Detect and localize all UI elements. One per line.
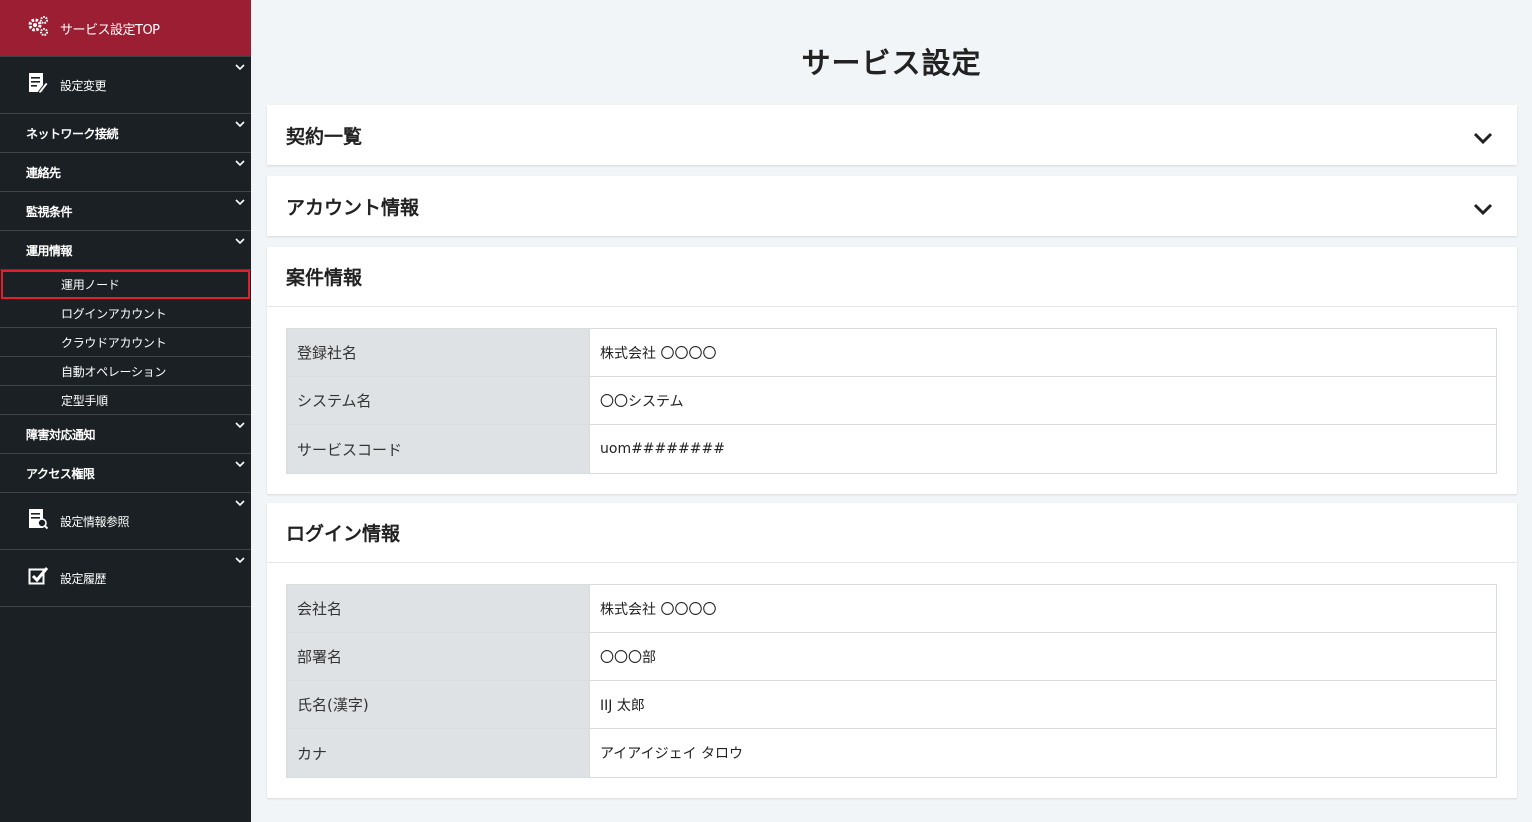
account-header[interactable]: アカウント情報: [267, 176, 1517, 236]
sidebar-subitem-operation-node[interactable]: 運用ノード: [1, 270, 250, 299]
row-value: IIJ 太郎: [589, 681, 1496, 728]
row-label: システム名: [287, 377, 589, 424]
sidebar-item-operations[interactable]: 運用情報: [0, 231, 251, 270]
account-panel: アカウント情報: [267, 176, 1517, 236]
main-content: サービス設定 契約一覧 アカウント情報 案件情報 登録社名 株式会社 〇〇〇〇 …: [251, 0, 1532, 822]
row-label: 氏名(漢字): [287, 681, 589, 728]
row-value: uom########: [589, 425, 1496, 473]
chevron-down-icon[interactable]: [235, 422, 245, 428]
sidebar-item-monitoring[interactable]: 監視条件: [0, 192, 251, 231]
sidebar-item-label: 設定変更: [60, 78, 107, 93]
panel-title: 契約一覧: [286, 125, 363, 148]
panel-title: 案件情報: [286, 267, 363, 289]
panel-title: ログイン情報: [286, 523, 401, 545]
contracts-header[interactable]: 契約一覧: [267, 105, 1517, 165]
login-info-header: ログイン情報: [267, 503, 1517, 563]
table-row: サービスコード uom########: [287, 425, 1496, 473]
sidebar-item-contacts[interactable]: 連絡先: [0, 153, 251, 192]
chevron-down-icon[interactable]: [235, 160, 245, 166]
table-row: カナ アイアイジェイ タロウ: [287, 729, 1496, 777]
chevron-down-icon[interactable]: [1473, 132, 1493, 144]
sidebar-item-settings-ref[interactable]: 設定情報参照: [0, 493, 251, 550]
row-value: 〇〇〇部: [589, 633, 1496, 680]
sidebar-item-settings-change[interactable]: 設定変更: [0, 57, 251, 114]
table-row: 会社名 株式会社 〇〇〇〇: [287, 585, 1496, 633]
chevron-down-icon[interactable]: [235, 199, 245, 205]
chevron-down-icon[interactable]: [1473, 203, 1493, 215]
row-label: カナ: [287, 729, 589, 777]
sidebar-subitem-auto-operation[interactable]: 自動オペレーション: [0, 357, 251, 386]
document-search-icon: [28, 508, 49, 534]
chevron-down-icon[interactable]: [235, 500, 245, 506]
checkbox-icon: [28, 566, 49, 590]
sidebar-item-label: 設定情報参照: [60, 514, 130, 529]
chevron-down-icon[interactable]: [235, 64, 245, 70]
sidebar-item-label: ネットワーク接続: [26, 126, 119, 141]
sidebar-item-network[interactable]: ネットワーク接続: [0, 114, 251, 153]
edit-document-icon: [28, 72, 49, 98]
sidebar-item-label: アクセス権限: [26, 466, 95, 481]
sidebar-item-label: サービス設定TOP: [60, 22, 160, 38]
login-info-panel: ログイン情報 会社名 株式会社 〇〇〇〇 部署名 〇〇〇部 氏名(漢字) IIJ…: [267, 503, 1517, 798]
sidebar-item-label: 連絡先: [26, 165, 61, 180]
contracts-panel: 契約一覧: [267, 105, 1517, 165]
page-title: サービス設定: [801, 46, 982, 80]
sidebar-subitem-login-account[interactable]: ログインアカウント: [0, 299, 251, 328]
sidebar-item-label: 監視条件: [26, 204, 73, 219]
row-value: アイアイジェイ タロウ: [589, 729, 1496, 777]
row-label: 会社名: [287, 585, 589, 632]
sidebar-item-access[interactable]: アクセス権限: [0, 454, 251, 493]
row-label: サービスコード: [287, 425, 589, 473]
sidebar: サービス設定TOP 設定変更 ネットワーク接続 連絡先 監視条件 運用情報 運用…: [0, 0, 251, 822]
case-info-table: 登録社名 株式会社 〇〇〇〇 システム名 〇〇システム サービスコード uom#…: [286, 328, 1497, 474]
chevron-down-icon[interactable]: [235, 121, 245, 127]
chevron-down-icon[interactable]: [235, 557, 245, 563]
panel-title: アカウント情報: [286, 196, 420, 219]
sidebar-item-label: 運用情報: [26, 243, 73, 258]
sidebar-item-label: 障害対応通知: [26, 427, 96, 442]
row-label: 部署名: [287, 633, 589, 680]
gears-icon: [26, 14, 50, 42]
sidebar-item-service-top[interactable]: サービス設定TOP: [0, 0, 251, 57]
table-row: システム名 〇〇システム: [287, 377, 1496, 425]
sidebar-item-history[interactable]: 設定履歴: [0, 550, 251, 607]
case-info-header: 案件情報: [267, 247, 1517, 307]
case-info-panel: 案件情報 登録社名 株式会社 〇〇〇〇 システム名 〇〇システム サービスコード…: [267, 247, 1517, 494]
row-value: 〇〇システム: [589, 377, 1496, 424]
table-row: 登録社名 株式会社 〇〇〇〇: [287, 329, 1496, 377]
row-label: 登録社名: [287, 329, 589, 376]
login-info-table: 会社名 株式会社 〇〇〇〇 部署名 〇〇〇部 氏名(漢字) IIJ 太郎 カナ …: [286, 584, 1497, 778]
table-row: 部署名 〇〇〇部: [287, 633, 1496, 681]
sidebar-subitem-cloud-account[interactable]: クラウドアカウント: [0, 328, 251, 357]
table-row: 氏名(漢字) IIJ 太郎: [287, 681, 1496, 729]
chevron-down-icon[interactable]: [235, 461, 245, 467]
sidebar-item-incident[interactable]: 障害対応通知: [0, 415, 251, 454]
row-value: 株式会社 〇〇〇〇: [589, 585, 1496, 632]
sidebar-subitem-standard-procedure[interactable]: 定型手順: [0, 386, 251, 415]
chevron-down-icon[interactable]: [235, 238, 245, 244]
row-value: 株式会社 〇〇〇〇: [589, 329, 1496, 376]
sidebar-item-label: 設定履歴: [60, 571, 107, 586]
